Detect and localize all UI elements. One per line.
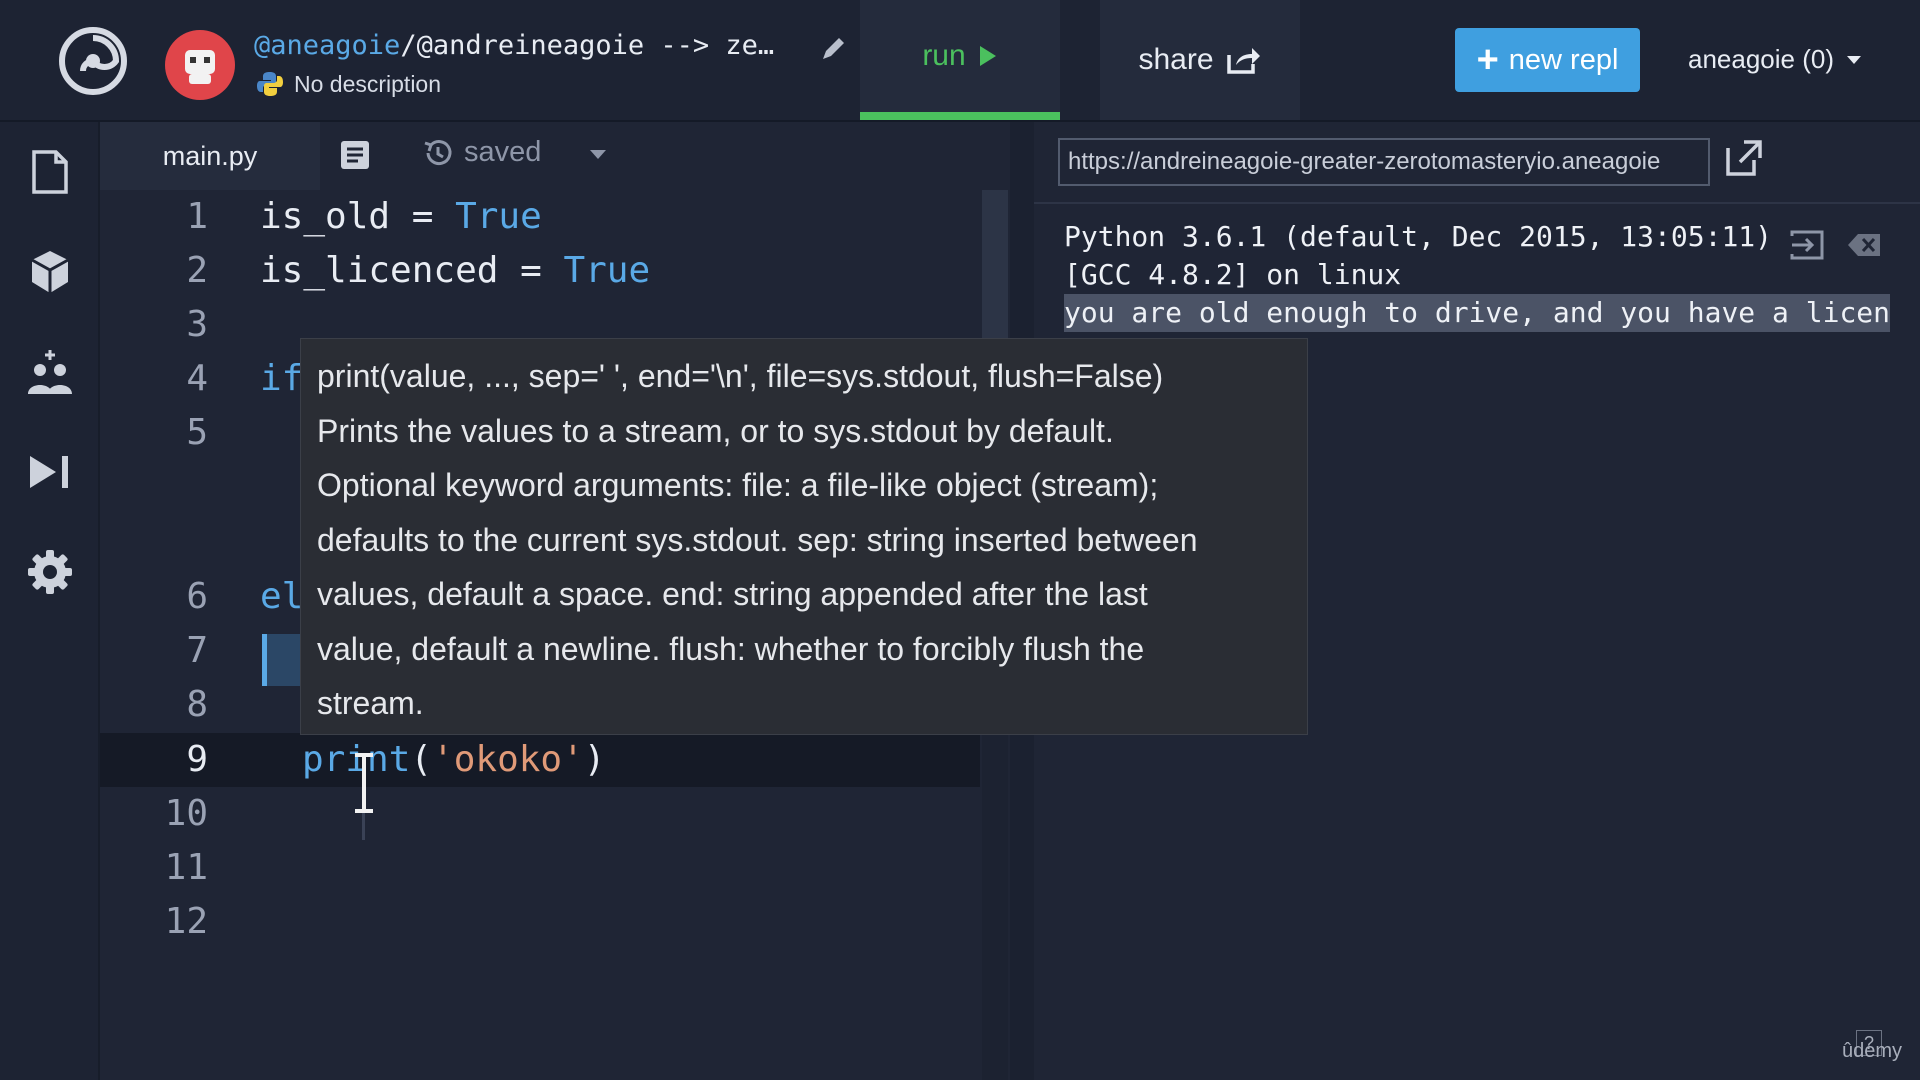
tooltip-line: defaults to the current sys.stdout. sep:… xyxy=(317,521,1198,558)
files-icon[interactable] xyxy=(26,148,74,196)
debugger-icon[interactable] xyxy=(26,448,74,496)
selection-highlight xyxy=(267,634,303,686)
code-line[interactable]: 12 xyxy=(100,895,980,949)
line-number: 11 xyxy=(164,847,208,888)
user-menu[interactable]: aneagoie (0) xyxy=(1688,44,1862,75)
line-number: 8 xyxy=(186,684,208,725)
share-button[interactable]: share xyxy=(1100,0,1300,120)
code-text: el xyxy=(260,576,304,617)
repl-description[interactable]: No description xyxy=(256,70,441,98)
sidebar xyxy=(0,122,100,1080)
console-line-selected: you are old enough to drive, and you hav… xyxy=(1064,294,1891,332)
file-tabs: main.py saved xyxy=(100,122,1010,190)
tooltip-line: value, default a newline. flush: whether… xyxy=(317,630,1145,667)
saved-status[interactable]: saved xyxy=(422,136,541,169)
play-icon xyxy=(979,46,996,66)
code-line[interactable]: 10 xyxy=(100,787,980,841)
webview-url[interactable]: https://andreineagoie-greater-zerotomast… xyxy=(1058,138,1710,186)
plus-icon: + xyxy=(1476,39,1499,81)
line-number: 3 xyxy=(186,304,208,345)
saved-label: saved xyxy=(464,136,542,168)
settings-icon[interactable] xyxy=(26,548,74,596)
tooltip-line: Prints the values to a stream, or to sys… xyxy=(317,412,1114,449)
packages-icon[interactable] xyxy=(26,248,74,296)
pencil-icon[interactable] xyxy=(818,34,848,64)
line-number: 12 xyxy=(164,901,208,942)
repl-owner[interactable]: @aneagoie xyxy=(254,30,400,61)
chevron-down-icon[interactable] xyxy=(590,150,606,159)
tooltip-line: values, default a space. end: string app… xyxy=(317,576,1148,612)
run-button[interactable]: run xyxy=(860,0,1060,120)
line-number: 4 xyxy=(186,358,208,399)
line-number: 5 xyxy=(186,412,208,453)
new-repl-label: new repl xyxy=(1508,43,1619,76)
line-number: 6 xyxy=(186,576,208,617)
line-number: 10 xyxy=(164,793,208,834)
console-input-icon[interactable] xyxy=(1788,228,1826,262)
tooltip-line: stream. xyxy=(317,685,424,721)
tooltip-line: Optional keyword arguments: file: a file… xyxy=(317,467,1159,503)
run-label: run xyxy=(922,39,966,72)
line-number: 2 xyxy=(186,250,208,291)
line-number: 9 xyxy=(186,739,208,780)
console-separator xyxy=(1034,202,1920,204)
line-number: 1 xyxy=(186,196,208,237)
multiplayer-icon[interactable] xyxy=(26,348,74,396)
code-line-current[interactable]: 9 print('okoko') xyxy=(100,733,980,787)
code-text: is_licenced = True xyxy=(260,250,651,291)
code-line[interactable]: 1 is_old = True xyxy=(100,190,980,244)
code-line[interactable]: 11 xyxy=(100,841,980,895)
udemy-watermark: ûdemy xyxy=(1842,1040,1903,1062)
code-line[interactable]: 2 is_licenced = True xyxy=(100,244,980,298)
code-text: is_old = True xyxy=(260,196,542,237)
history-icon xyxy=(424,139,452,165)
code-text: print('okoko') xyxy=(302,739,606,780)
new-repl-button[interactable]: + new repl xyxy=(1455,28,1640,92)
ibeam-cursor-icon xyxy=(355,753,373,813)
python-icon xyxy=(257,72,283,96)
text-cursor xyxy=(262,634,267,686)
tooltip-signature: print(value, ..., sep=' ', end='\n', fil… xyxy=(317,358,1164,394)
top-bar: @aneagoie/@andreineagoie --> ze… No desc… xyxy=(0,0,1920,122)
share-label: share xyxy=(1138,43,1214,76)
chevron-down-icon xyxy=(1847,55,1861,64)
repl-logo-icon[interactable] xyxy=(58,26,128,96)
console-line: Python 3.6.1 (default, Dec 2015, 13:05:1… xyxy=(1064,220,1773,253)
repl-title[interactable]: @aneagoie/@andreineagoie --> ze… xyxy=(254,30,774,61)
user-name: aneagoie (0) xyxy=(1688,44,1834,74)
avatar-icon xyxy=(185,50,215,84)
editor-scrollbar-thumb[interactable] xyxy=(982,190,1008,340)
tab-main-py[interactable]: main.py xyxy=(100,122,320,190)
document-icon[interactable] xyxy=(338,138,372,172)
repl-path: /@andreineagoie --> ze… xyxy=(400,30,775,61)
description-text: No description xyxy=(294,70,442,97)
signature-tooltip: print(value, ..., sep=' ', end='\n', fil… xyxy=(300,338,1308,735)
external-link-icon[interactable] xyxy=(1724,138,1764,178)
line-number: 7 xyxy=(186,630,208,671)
console-line: [GCC 4.8.2] on linux xyxy=(1064,258,1402,291)
share-icon xyxy=(1226,48,1260,74)
code-text: if xyxy=(260,358,304,399)
avatar[interactable] xyxy=(165,30,235,100)
clear-console-icon[interactable] xyxy=(1846,228,1884,262)
